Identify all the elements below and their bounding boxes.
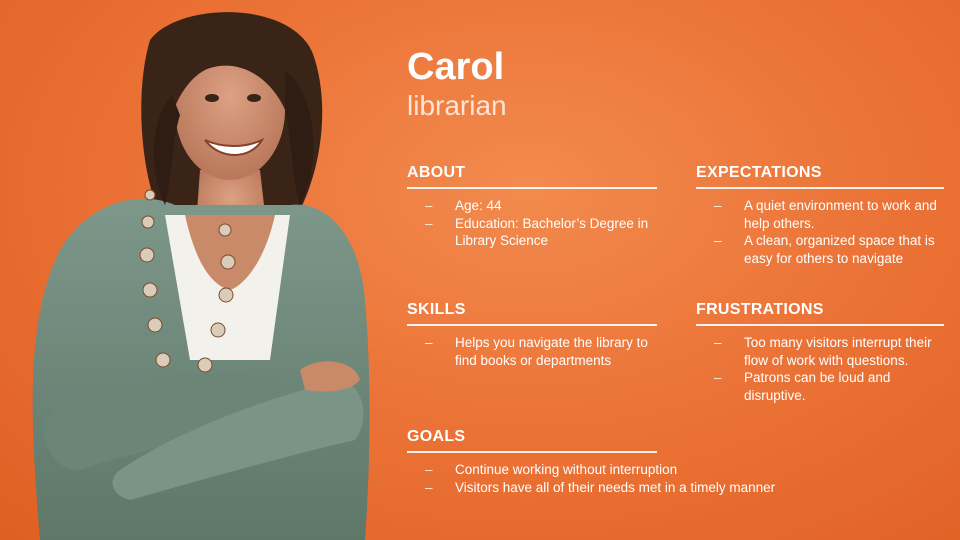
list-item: A clean, organized space that is easy fo… <box>696 232 944 267</box>
persona-name: Carol <box>407 46 505 88</box>
section-title-skills: SKILLS <box>407 300 657 326</box>
section-about: ABOUT Age: 44 Education: Bachelor’s Degr… <box>407 163 657 250</box>
section-title-expectations: EXPECTATIONS <box>696 163 944 189</box>
list-item: Continue working without interruption <box>407 461 867 479</box>
list-item: Patrons can be loud and disruptive. <box>696 369 944 404</box>
expectations-list: A quiet environment to work and help oth… <box>696 197 944 267</box>
persona-role: librarian <box>407 90 507 121</box>
list-item: A quiet environment to work and help oth… <box>696 197 944 232</box>
persona-portrait <box>32 12 370 540</box>
list-item: Education: Bachelor’s Degree in Library … <box>407 215 657 250</box>
section-goals: GOALS Continue working without interrupt… <box>407 427 775 496</box>
section-title-about: ABOUT <box>407 163 657 189</box>
section-title-frustrations: FRUSTRATIONS <box>696 300 944 326</box>
goals-list: Continue working without interruption Vi… <box>407 461 867 496</box>
about-list: Age: 44 Education: Bachelor’s Degree in … <box>407 197 657 250</box>
list-item: Helps you navigate the library to find b… <box>407 334 657 369</box>
list-item: Too many visitors interrupt their flow o… <box>696 334 944 369</box>
section-expectations: EXPECTATIONS A quiet environment to work… <box>696 163 944 267</box>
skills-list: Helps you navigate the library to find b… <box>407 334 657 369</box>
section-skills: SKILLS Helps you navigate the library to… <box>407 300 657 369</box>
persona-slide: Carol librarian ABOUT Age: 44 Education:… <box>0 0 960 540</box>
section-frustrations: FRUSTRATIONS Too many visitors interrupt… <box>696 300 944 404</box>
frustrations-list: Too many visitors interrupt their flow o… <box>696 334 944 404</box>
list-item: Visitors have all of their needs met in … <box>407 479 867 497</box>
list-item: Age: 44 <box>407 197 657 215</box>
section-title-goals: GOALS <box>407 427 657 453</box>
